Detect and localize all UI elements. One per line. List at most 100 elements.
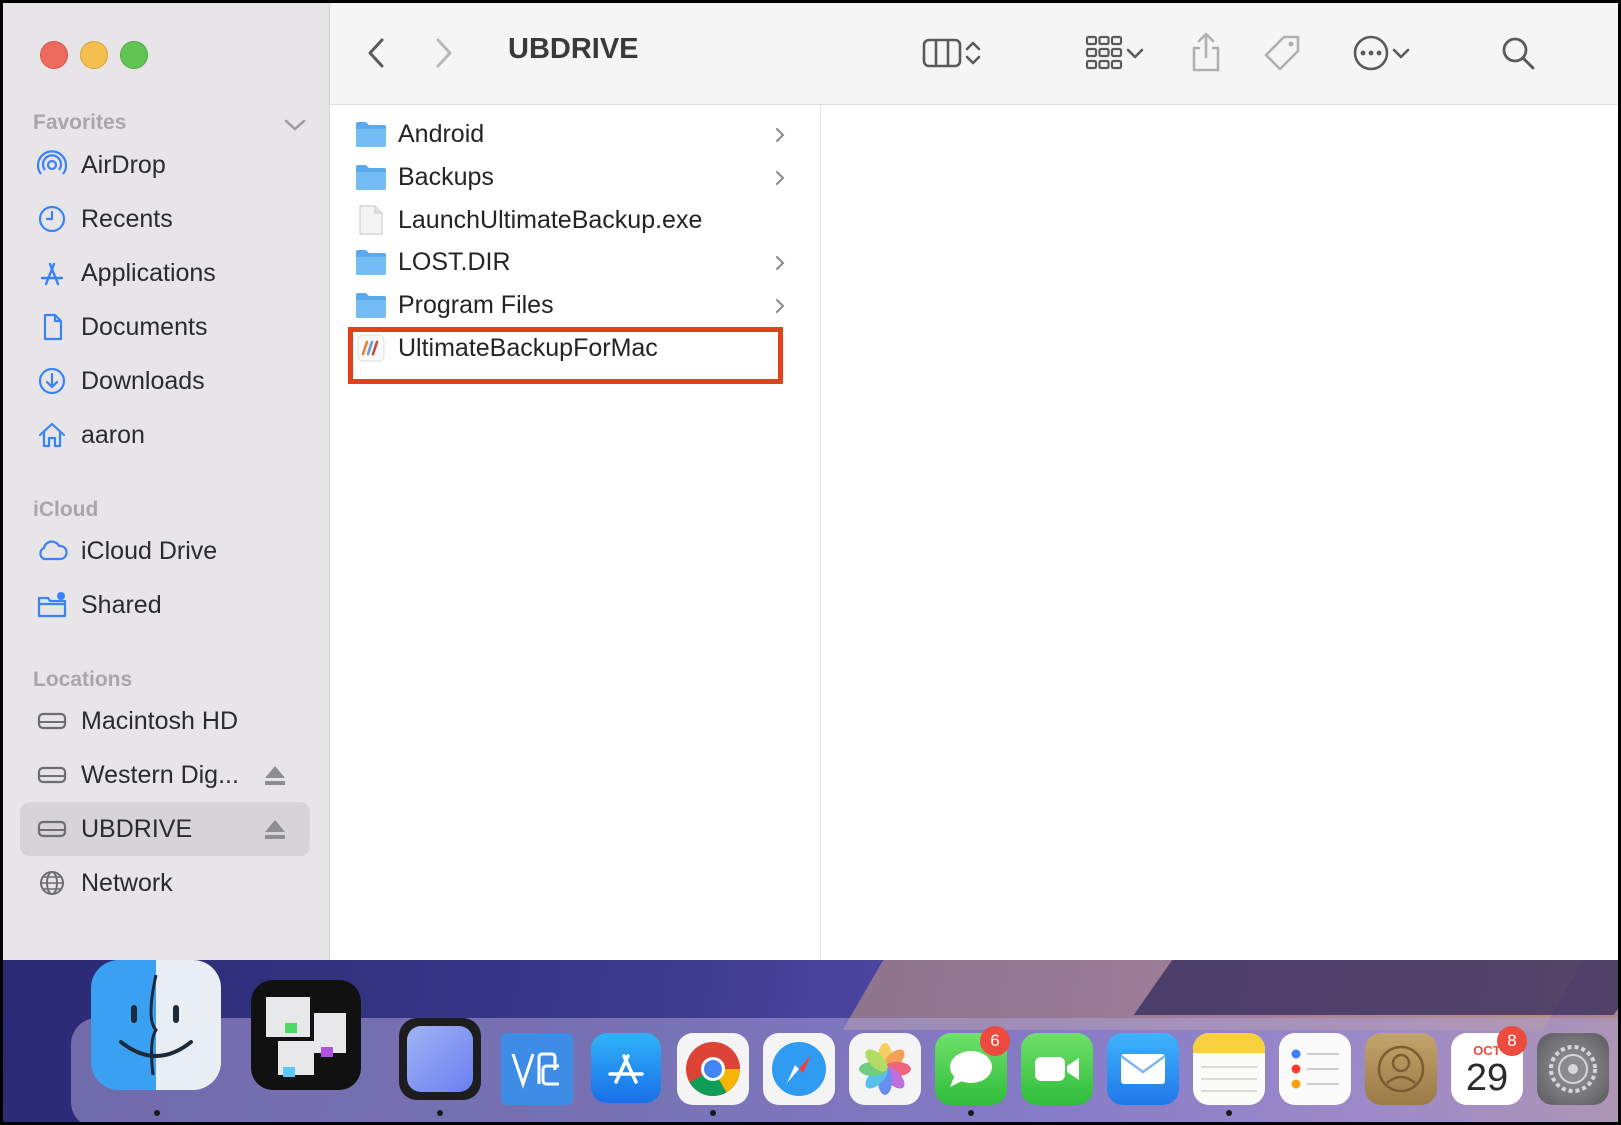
more-actions-button[interactable] xyxy=(1342,31,1422,75)
globe-icon xyxy=(34,865,70,901)
chevron-left-icon xyxy=(368,38,384,68)
gear-icon xyxy=(1549,1045,1597,1093)
locations-section-label: Locations xyxy=(33,668,133,691)
dock-app-safari[interactable] xyxy=(763,1033,835,1105)
dock-app-facetime[interactable] xyxy=(1021,1033,1093,1105)
sidebar-item-aaron[interactable]: aaron xyxy=(20,408,310,462)
tag-button[interactable] xyxy=(1260,31,1304,75)
envelope-icon xyxy=(1120,1054,1166,1084)
sidebar-item-shared[interactable]: Shared xyxy=(20,578,310,632)
sidebar-item-western-digital[interactable]: Western Dig... xyxy=(20,748,310,802)
contact-person-icon xyxy=(1377,1045,1425,1093)
dock-app-photos[interactable] xyxy=(849,1033,921,1105)
tag-icon xyxy=(1264,35,1300,71)
sidebar-item-label: Recents xyxy=(81,204,173,233)
sidebar: Favorites AirDrop Recents Applications D… xyxy=(3,3,330,960)
chevron-down-icon[interactable] xyxy=(281,114,309,136)
dock-app-finder[interactable] xyxy=(91,960,221,1090)
document-icon xyxy=(34,309,70,345)
dock-app-app-store[interactable] xyxy=(591,1033,661,1103)
chevron-right-icon xyxy=(776,128,785,142)
file-row-launchultimatebackup[interactable]: LaunchUltimateBackup.exe xyxy=(348,199,798,241)
search-button[interactable] xyxy=(1496,31,1540,75)
sidebar-item-label: Western Dig... xyxy=(81,760,239,789)
notes-icon xyxy=(1193,1033,1265,1092)
drive-icon xyxy=(34,757,70,793)
share-button[interactable] xyxy=(1186,29,1226,75)
sidebar-item-label: Shared xyxy=(81,590,162,619)
file-row-lost-dir[interactable]: LOST.DIR xyxy=(348,241,798,283)
icloud-section-label: iCloud xyxy=(33,498,99,521)
chevron-right-icon xyxy=(776,299,785,313)
file-row-backups[interactable]: Backups xyxy=(348,156,798,198)
dock-app-screen-manager[interactable] xyxy=(251,980,361,1090)
sidebar-item-ubdrive[interactable]: UBDRIVE xyxy=(20,802,310,856)
dock-app-system-settings[interactable] xyxy=(1537,1033,1609,1105)
up-down-chevron-icon xyxy=(965,41,981,65)
sidebar-item-recents[interactable]: Recents xyxy=(20,192,310,246)
sidebar-item-applications[interactable]: Applications xyxy=(20,246,310,300)
calendar-badge: 8 xyxy=(1497,1026,1527,1056)
folder-icon xyxy=(354,162,388,192)
wallpaper-shape xyxy=(1133,960,1618,1015)
folder-icon xyxy=(354,247,388,277)
video-camera-icon xyxy=(1035,1057,1079,1081)
eject-icon[interactable] xyxy=(263,818,287,840)
group-button[interactable] xyxy=(1076,31,1154,75)
view-mode-button[interactable] xyxy=(912,31,992,75)
home-icon xyxy=(34,417,70,453)
dock-app-chrome[interactable] xyxy=(677,1033,749,1105)
sidebar-item-airdrop[interactable]: AirDrop xyxy=(20,138,310,192)
sidebar-item-label: Downloads xyxy=(81,366,205,395)
chevron-down-icon xyxy=(1392,48,1410,59)
sidebar-item-documents[interactable]: Documents xyxy=(20,300,310,354)
favorites-section-label: Favorites xyxy=(33,111,127,134)
dock-app-reminders[interactable] xyxy=(1279,1033,1351,1105)
grid-icon xyxy=(1085,35,1123,70)
back-button[interactable] xyxy=(360,33,392,73)
file-row-android[interactable]: Android xyxy=(348,113,798,155)
sidebar-item-icloud-drive[interactable]: iCloud Drive xyxy=(20,524,310,578)
running-indicator xyxy=(710,1110,716,1116)
drive-icon xyxy=(34,703,70,739)
sidebar-item-label: Macintosh HD xyxy=(81,706,238,735)
dock-app-facetime-preview[interactable] xyxy=(399,1018,481,1100)
chrome-icon xyxy=(686,1042,740,1097)
compass-icon xyxy=(772,1042,826,1096)
clock-icon xyxy=(34,201,70,237)
shared-folder-icon xyxy=(34,587,70,623)
zoom-window-button[interactable] xyxy=(120,41,148,69)
chevron-right-icon xyxy=(436,38,452,68)
forward-button[interactable] xyxy=(428,33,460,73)
file-row-program-files[interactable]: Program Files xyxy=(348,284,798,326)
sidebar-item-label: Network xyxy=(81,868,173,897)
person-icon xyxy=(407,1026,473,1092)
sidebar-item-network[interactable]: Network xyxy=(20,856,310,910)
dock-app-vnc[interactable] xyxy=(501,1033,573,1105)
messages-badge: 6 xyxy=(980,1026,1010,1056)
sidebar-item-label: iCloud Drive xyxy=(81,536,218,565)
dock-app-mail[interactable] xyxy=(1107,1033,1179,1105)
window-title: UBDRIVE xyxy=(508,33,639,65)
sidebar-item-label: AirDrop xyxy=(81,150,166,179)
photos-flower-icon xyxy=(859,1043,911,1095)
running-indicator xyxy=(154,1110,160,1116)
toolbar: UBDRIVE xyxy=(330,3,1618,105)
preview-pane xyxy=(821,105,1618,960)
eject-icon[interactable] xyxy=(263,764,287,786)
minimize-window-button[interactable] xyxy=(80,41,108,69)
vnc-icon xyxy=(511,1052,559,1089)
file-name: LOST.DIR xyxy=(398,247,511,276)
airdrop-icon xyxy=(34,147,70,183)
sidebar-item-macintosh-hd[interactable]: Macintosh HD xyxy=(20,694,310,748)
column-view-icon xyxy=(922,38,962,68)
finder-window: Favorites AirDrop Recents Applications D… xyxy=(3,3,1618,1122)
app-store-icon xyxy=(608,1054,644,1084)
close-window-button[interactable] xyxy=(40,41,68,69)
dock-app-contacts[interactable] xyxy=(1365,1033,1437,1105)
dock-app-notes[interactable] xyxy=(1193,1033,1265,1105)
sidebar-item-downloads[interactable]: Downloads xyxy=(20,354,310,408)
cloud-icon xyxy=(34,533,70,569)
file-name: LaunchUltimateBackup.exe xyxy=(398,205,703,234)
file-column: Android Backups LaunchUltimateBackup.exe… xyxy=(330,105,821,960)
